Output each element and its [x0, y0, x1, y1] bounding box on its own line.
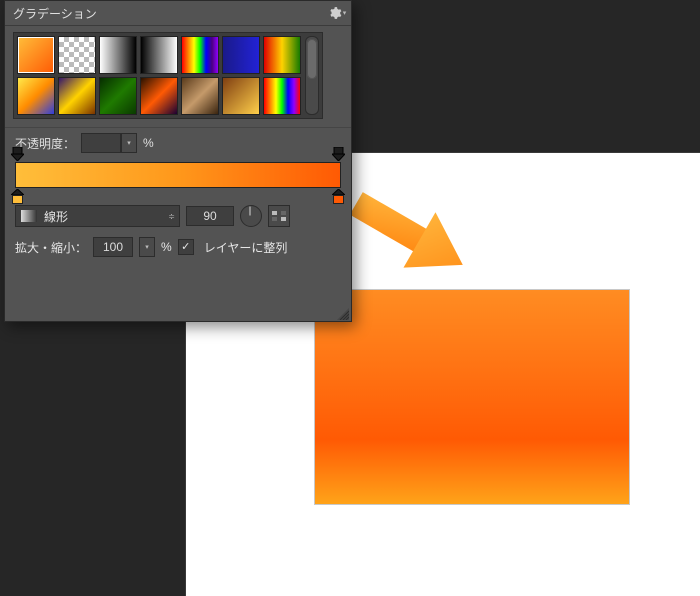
opacity-field[interactable] [81, 133, 121, 153]
swatch-scrollbar[interactable] [305, 36, 319, 115]
gradient-swatch[interactable] [181, 77, 219, 115]
gradient-swatch[interactable] [58, 77, 96, 115]
align-to-layer-checkbox[interactable]: ✓ [178, 239, 194, 255]
angle-dial[interactable] [240, 205, 262, 227]
reverse-gradient-button[interactable] [268, 205, 290, 227]
gradient-swatch-list [13, 32, 323, 119]
linear-gradient-icon [20, 210, 38, 222]
gradient-panel: グラデーション ▾ 不透明度： ▾ % [4, 0, 352, 322]
panel-resize-grip[interactable] [337, 308, 349, 320]
scale-field[interactable] [93, 237, 133, 257]
gradient-swatch[interactable] [140, 36, 178, 74]
gradient-editor[interactable] [15, 162, 341, 188]
gradient-swatch[interactable] [99, 36, 137, 74]
scale-stepper[interactable]: ▾ [139, 237, 155, 257]
workspace: グラデーション ▾ 不透明度： ▾ % [0, 0, 700, 596]
gear-icon [328, 6, 342, 20]
scale-unit: % [161, 240, 172, 254]
gradient-preview-rect[interactable] [315, 290, 629, 504]
scale-row: 拡大・縮小： ▾ % ✓ レイヤーに整列 [5, 230, 351, 264]
opacity-stepper[interactable]: ▾ [121, 133, 137, 153]
type-angle-row: 線形 ≑ [5, 202, 351, 230]
color-stop-right[interactable] [332, 189, 345, 203]
color-stop-left[interactable] [11, 189, 24, 203]
panel-header[interactable]: グラデーション ▾ [5, 1, 351, 26]
opacity-label: 不透明度： [15, 135, 75, 152]
gradient-swatch[interactable] [222, 36, 260, 74]
panel-title: グラデーション [13, 5, 97, 22]
reverse-icon [272, 211, 286, 221]
angle-field[interactable] [186, 206, 234, 226]
gradient-swatch[interactable] [17, 77, 55, 115]
scale-label: 拡大・縮小： [15, 239, 87, 256]
gradient-swatch[interactable] [17, 36, 55, 74]
gradient-swatch[interactable] [222, 77, 260, 115]
gradient-swatch[interactable] [181, 36, 219, 74]
gradient-swatch[interactable] [263, 77, 301, 115]
gradient-strip[interactable] [15, 162, 341, 188]
scrollbar-thumb[interactable] [307, 39, 317, 79]
gradient-swatch[interactable] [140, 77, 178, 115]
checkmark-icon: ✓ [181, 242, 190, 253]
align-to-layer-label: レイヤーに整列 [204, 239, 288, 256]
gradient-type-label: 線形 [44, 208, 68, 225]
gradient-swatch[interactable] [58, 36, 96, 74]
opacity-stop-right[interactable] [332, 147, 345, 161]
opacity-stop-left[interactable] [11, 147, 24, 161]
chevron-updown-icon: ≑ [168, 212, 175, 221]
panel-menu-button[interactable]: ▾ [327, 3, 347, 23]
opacity-unit: % [143, 136, 154, 150]
opacity-row: 不透明度： ▾ % [5, 130, 351, 156]
chevron-down-icon: ▾ [343, 9, 347, 17]
gradient-swatch[interactable] [99, 77, 137, 115]
gradient-type-select[interactable]: 線形 ≑ [15, 205, 180, 227]
gradient-swatch[interactable] [263, 36, 301, 74]
